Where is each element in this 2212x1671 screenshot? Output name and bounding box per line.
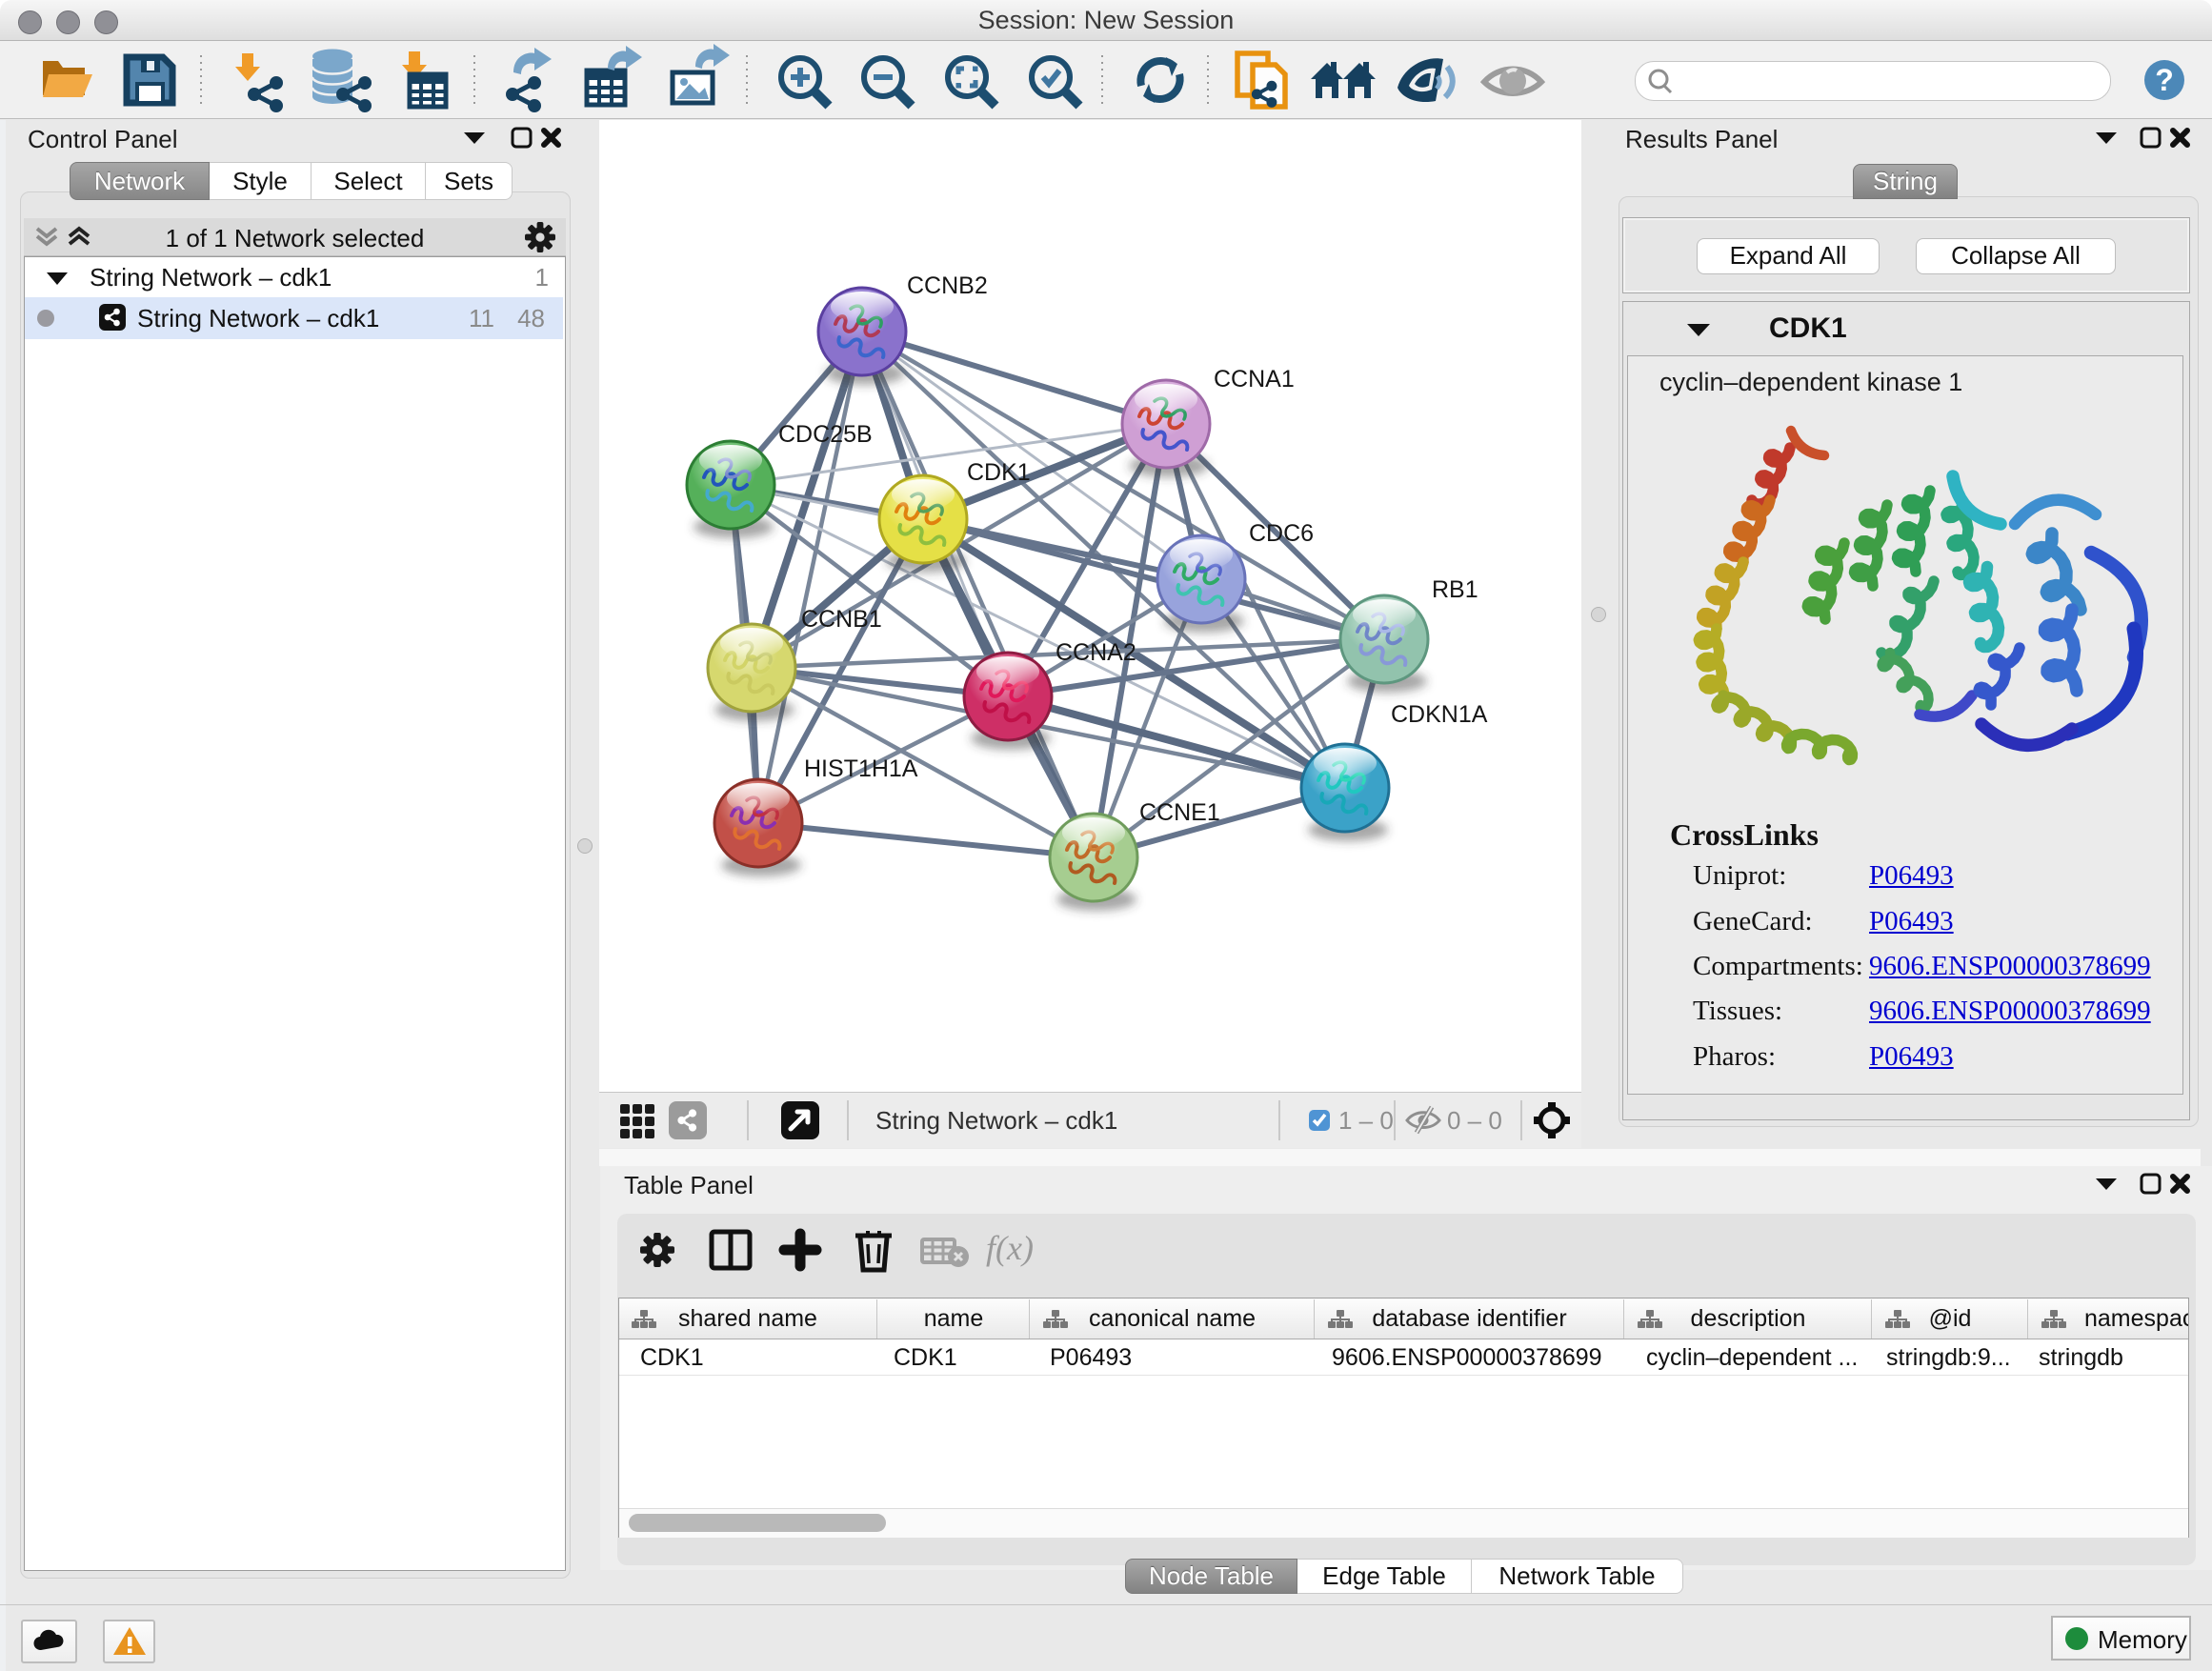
svg-text:CDC25B: CDC25B	[778, 421, 873, 448]
svg-text:CCNA2: CCNA2	[1056, 639, 1136, 666]
svg-text:CCNB2: CCNB2	[907, 272, 988, 299]
svg-text:CDK1: CDK1	[967, 459, 1031, 486]
svg-text:CCNA1: CCNA1	[1214, 366, 1295, 393]
svg-text:HIST1H1A: HIST1H1A	[804, 755, 918, 782]
svg-text:CCNB1: CCNB1	[801, 606, 882, 633]
svg-text:CCNE1: CCNE1	[1139, 799, 1220, 826]
svg-text:?: ?	[2155, 63, 2174, 97]
svg-text:CDKN1A: CDKN1A	[1391, 701, 1488, 728]
svg-text:CDC6: CDC6	[1249, 520, 1314, 547]
svg-text:RB1: RB1	[1432, 576, 1478, 603]
